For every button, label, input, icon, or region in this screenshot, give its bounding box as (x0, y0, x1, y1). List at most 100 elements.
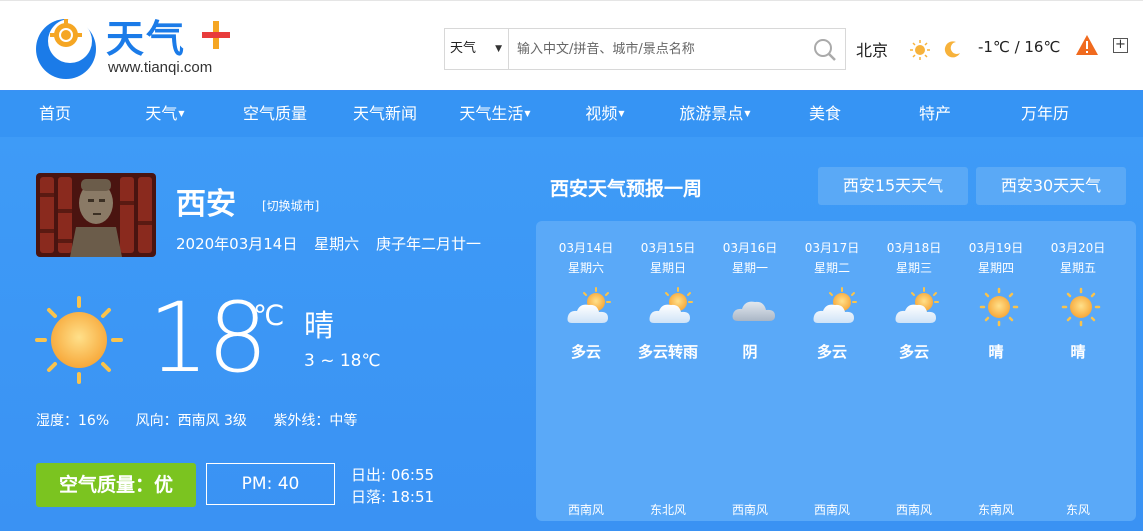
search-box: 天气 ▼ (444, 28, 846, 70)
caret-down-icon: ▼ (524, 109, 531, 118)
logo-url: www.tianqi.com (108, 59, 213, 76)
warning-icon[interactable] (1076, 35, 1098, 55)
main-nav: 首页 天气▼ 空气质量 天气新闻 天气生活▼ 视频▼ 旅游景点▼ 美食 特产 万… (0, 91, 1143, 137)
site-logo[interactable]: 天气 www.tianqi.com (34, 13, 244, 81)
today-lunar: 庚子年二月廿一 (375, 235, 481, 253)
dropdown-arrow-icon: ▼ (495, 44, 502, 54)
forecast-date: 03月14日 (558, 241, 614, 255)
forecast-15day-button[interactable]: 西安15天天气 (818, 167, 968, 205)
caret-down-icon: ▼ (618, 109, 625, 118)
moon-icon (944, 41, 960, 58)
forecast-weekday: 星期日 (649, 261, 686, 275)
search-input[interactable] (509, 29, 809, 69)
nav-label: 天气新闻 (352, 104, 417, 123)
site-header: 天气 www.tianqi.com 天气 ▼ 北京 -1℃ / 16℃ (0, 0, 1143, 90)
forecast-weekday: 星期三 (895, 261, 932, 275)
sun-icon (35, 296, 123, 384)
nav-item-air-quality[interactable]: 空气质量 (220, 91, 330, 137)
logo-text: 天气 (106, 17, 187, 61)
nav-label: 特产 (918, 104, 951, 123)
sunrise-time: 日出: 06:55 (351, 466, 435, 484)
nav-item-calendar[interactable]: 万年历 (990, 91, 1100, 137)
partly-cloudy-icon (813, 287, 857, 323)
nav-label: 万年历 (1020, 104, 1069, 123)
city-image (36, 173, 156, 257)
forecast-day[interactable]: 03月19日 星期四晴东南风 (955, 221, 1037, 521)
sun-icon (1061, 287, 1101, 327)
forecast-weekday: 星期四 (977, 261, 1014, 275)
forecast-wind: 西南风 (731, 503, 768, 517)
nav-label: 天气 (145, 104, 178, 123)
temperature-range: 3 ~ 18℃ (304, 351, 381, 371)
forecast-condition: 多云 (816, 343, 847, 361)
nav-label: 首页 (38, 104, 71, 123)
today-weekday: 星期六 (314, 235, 360, 253)
partly-cloudy-icon (567, 287, 611, 323)
forecast-date: 03月16日 (722, 241, 778, 255)
current-temperature: 18 (148, 282, 268, 394)
date-line: 2020年03月14日 星期六 庚子年二月廿一 (176, 233, 493, 254)
nav-item-weather-news[interactable]: 天气新闻 (330, 91, 440, 137)
forecast-condition: 多云 (570, 343, 601, 361)
sun-times: 日出: 06:55 日落: 18:51 (351, 464, 434, 508)
forecast-condition: 多云转雨 (637, 343, 698, 361)
current-temp-range: -1℃ / 16℃ (978, 38, 1061, 56)
forecast-weekday: 星期一 (731, 261, 768, 275)
forecast-day[interactable]: 03月20日 星期五晴东风 (1037, 221, 1119, 521)
nav-item-weather[interactable]: 天气▼ (110, 91, 220, 137)
humidity: 湿度：16% (36, 413, 110, 429)
wind-direction: 风向：西南风 3级 (135, 413, 247, 429)
current-condition: 晴 (304, 309, 334, 344)
nav-item-specialty[interactable]: 特产 (880, 91, 990, 137)
forecast-wind: 东南风 (977, 503, 1014, 517)
forecast-date: 03月17日 (804, 241, 860, 255)
forecast-day[interactable]: 03月17日 星期二 多云 西南风 (791, 221, 873, 521)
current-city-link[interactable]: 北京 (856, 37, 888, 61)
switch-city-link[interactable]: [切换城市] (262, 197, 319, 214)
weather-main: 西安 [切换城市] 2020年03月14日 星期六 庚子年二月廿一 18 ℃ 晴… (0, 137, 1143, 531)
partly-cloudy-icon (649, 287, 693, 323)
forecast-date: 03月19日 (968, 241, 1024, 255)
forecast-day[interactable]: 03月16日 星期一阴西南风 (709, 221, 791, 521)
search-icon[interactable] (813, 38, 837, 62)
logo-mark-icon (36, 19, 96, 79)
nav-label: 旅游景点 (679, 104, 744, 123)
search-type-select[interactable]: 天气 ▼ (445, 29, 509, 69)
forecast-condition: 多云 (898, 343, 929, 361)
forecast-day[interactable]: 03月14日 星期六多云西南风 (545, 221, 627, 521)
forecast-wind: 东北风 (649, 503, 686, 517)
forecast-date: 03月18日 (886, 241, 942, 255)
today-date: 2020年03月14日 (176, 235, 298, 253)
sunset-time: 日落: 18:51 (351, 488, 435, 506)
nav-item-home[interactable]: 首页 (0, 91, 110, 137)
forecast-condition: 晴 (1070, 343, 1086, 361)
nav-label: 美食 (808, 104, 841, 123)
caret-down-icon: ▼ (178, 109, 185, 118)
forecast-date: 03月15日 (640, 241, 696, 255)
partly-cloudy-icon (895, 287, 939, 323)
temperature-unit: ℃ (253, 299, 285, 332)
forecast-wind: 西南风 (813, 503, 850, 517)
forecast-date: 03月20日 (1050, 241, 1106, 255)
nav-label: 天气生活 (459, 104, 524, 123)
forecast-day[interactable]: 03月15日 星期日多云转雨东北风 (627, 221, 709, 521)
nav-item-food[interactable]: 美食 (770, 91, 880, 137)
forecast-wind: 东风 (1065, 503, 1090, 517)
forecast-wind: 西南风 (567, 503, 604, 517)
weather-details: 湿度：16% 风向：西南风 3级 紫外线：中等 (36, 410, 379, 430)
forecast-panel: 03月14日 星期六 多云 西南风 03月15日 星期日 多云转雨 东北风 03月16日 星期一阴… (536, 221, 1136, 521)
overcast-icon (732, 301, 775, 321)
sun-icon (910, 40, 930, 60)
forecast-weekday: 星期五 (1059, 261, 1096, 275)
nav-label: 空气质量 (242, 104, 307, 123)
logo-plus-icon (202, 21, 230, 49)
forecast-day[interactable]: 03月18日 星期三 多云 西南风 (873, 221, 955, 521)
air-quality-badge[interactable]: 空气质量：优 (36, 463, 196, 507)
forecast-30day-button[interactable]: 西安30天天气 (976, 167, 1126, 205)
nav-item-travel[interactable]: 旅游景点▼ (660, 91, 770, 137)
forecast-condition: 晴 (988, 343, 1004, 361)
add-city-button[interactable]: + (1113, 38, 1128, 53)
nav-item-video[interactable]: 视频▼ (550, 91, 660, 137)
nav-item-weather-life[interactable]: 天气生活▼ (440, 91, 550, 137)
forecast-weekday: 星期六 (567, 261, 604, 275)
